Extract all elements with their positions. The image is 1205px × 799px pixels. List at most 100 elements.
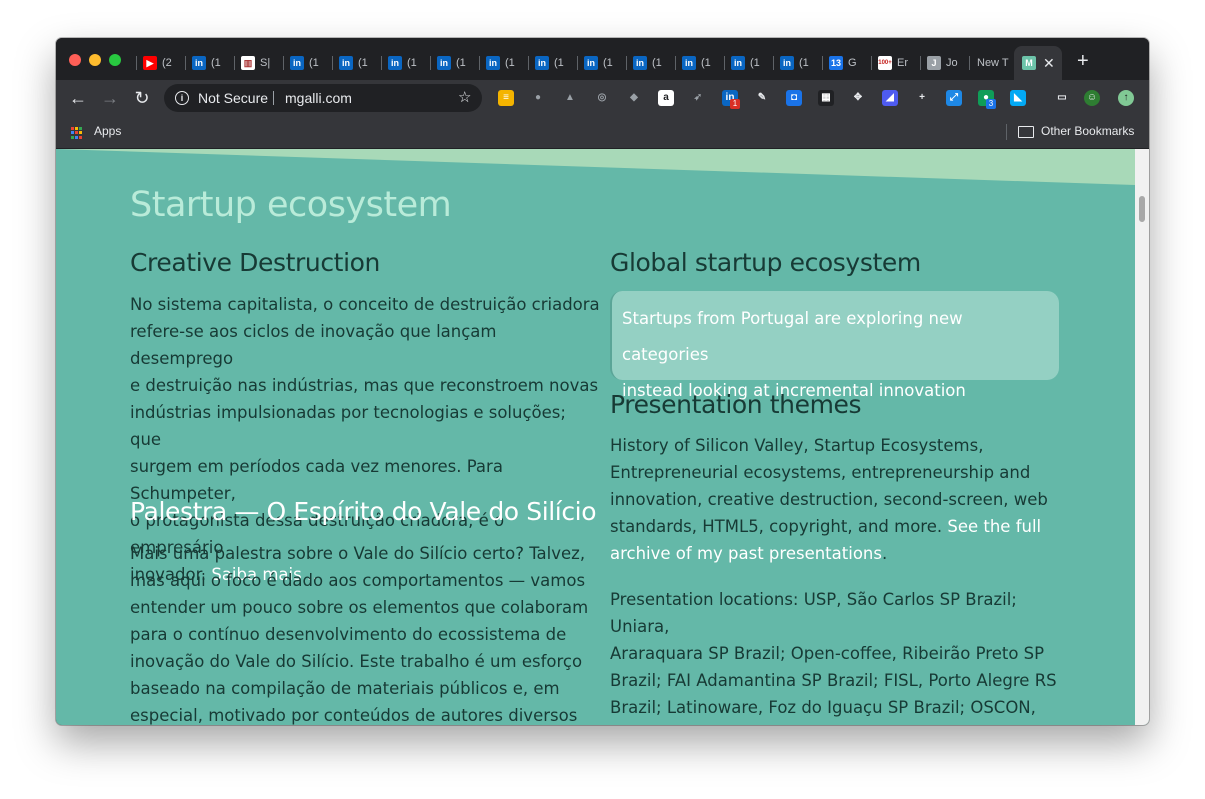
target-icon[interactable]: ◎: [594, 90, 610, 106]
tab-title: (1: [554, 57, 564, 69]
presentation-themes-text: History of Silicon Valley, Startup Ecosy…: [610, 432, 1080, 567]
forward-button[interactable]: →: [99, 87, 121, 109]
tab-8[interactable]: in (1: [528, 48, 577, 78]
text-line: Entrepreneurial ecosystems, entrepreneur…: [610, 463, 1031, 482]
j-icon: J: [927, 56, 941, 70]
linkedin-icon: in: [339, 56, 353, 70]
profile-avatar[interactable]: ☺: [1084, 90, 1100, 106]
address-bar[interactable]: i Not Secure mgalli.com ☆: [164, 84, 482, 112]
presentation-locations-text: Presentation locations: USP, São Carlos …: [610, 586, 1080, 725]
m-icon: M: [1022, 56, 1036, 70]
close-window-button[interactable]: [69, 54, 81, 66]
other-bookmarks[interactable]: Other Bookmarks: [1041, 116, 1134, 146]
amazon-icon[interactable]: a: [658, 90, 674, 106]
arc-icon[interactable]: ◢: [882, 90, 898, 106]
text-line: refere-se aos ciclos de inovação que lan…: [130, 322, 497, 368]
tab-2[interactable]: ▥ S|: [234, 48, 283, 78]
tab-9[interactable]: in (1: [577, 48, 626, 78]
text-line: Araraquara SP Brazil; Open-coffee, Ribei…: [610, 644, 1045, 663]
info-icon[interactable]: i: [175, 91, 189, 105]
tab-active[interactable]: M ✕: [1014, 46, 1062, 80]
text-line: mas aqui o foco é dado aos comportamento…: [130, 571, 586, 590]
tab-1[interactable]: in (1: [185, 48, 234, 78]
text-line: inovação do Vale do Silício. Este trabal…: [130, 652, 583, 671]
full-archive-link-part2[interactable]: archive of my past presentations: [610, 544, 882, 563]
linkedin-icon: in: [780, 56, 794, 70]
bookmarks-bar: Apps Other Bookmarks: [56, 116, 1149, 149]
tab-title: (1: [799, 57, 809, 69]
minimize-window-button[interactable]: [89, 54, 101, 66]
calendar-icon: 13: [829, 56, 843, 70]
sheets-icon[interactable]: ≡: [498, 90, 514, 106]
link-suffix: .: [881, 544, 888, 563]
omnibox-divider: [273, 91, 274, 105]
tab-15[interactable]: 100+ Er: [871, 48, 920, 78]
tab-11[interactable]: in (1: [675, 48, 724, 78]
text-line: standards, HTML5, copyright, and more.: [610, 517, 948, 536]
tab-0[interactable]: ▶ (2: [136, 48, 185, 78]
tab-16[interactable]: J Jo: [920, 48, 969, 78]
tab-4[interactable]: in (1: [332, 48, 381, 78]
apps-bookmark[interactable]: Apps: [94, 116, 121, 146]
bulb-icon[interactable]: ●: [530, 90, 546, 106]
tab-separator: [430, 56, 431, 70]
tab-separator: [920, 56, 921, 70]
tab-14[interactable]: 13 G: [822, 48, 871, 78]
new-tab-button[interactable]: +: [1077, 51, 1089, 71]
star-icon[interactable]: ☆: [458, 84, 471, 112]
strategy-icon: ▥: [241, 56, 255, 70]
tab-strip: ▶ (2 in (1 ▥ S| in (1 in (1 in (1 in (1 in (1 in (1 in (1 in…: [56, 38, 1149, 80]
tab-7[interactable]: in (1: [479, 48, 528, 78]
linkedin-icon: in: [290, 56, 304, 70]
update-icon[interactable]: ↑: [1118, 90, 1134, 106]
tab-17[interactable]: New T: [969, 48, 1018, 78]
tab-6[interactable]: in (1: [430, 48, 479, 78]
header-wedge: [56, 149, 1135, 185]
url-text[interactable]: mgalli.com: [285, 84, 352, 112]
tab-title: (1: [505, 57, 515, 69]
apps-grid-icon[interactable]: [71, 127, 83, 139]
presentation-themes-heading: Presentation themes: [610, 390, 862, 419]
bookmark-ext-icon[interactable]: ◘: [786, 90, 802, 106]
tab-separator: [136, 56, 137, 70]
text-line: Brazil; FAI Adamantina SP Brazil; FISL, …: [610, 671, 1057, 690]
tab-title: (1: [603, 57, 613, 69]
bird-icon[interactable]: ◣: [1010, 90, 1026, 106]
tab-12[interactable]: in (1: [724, 48, 773, 78]
extension-badge: 3: [986, 99, 996, 109]
tab-title: Jo: [946, 57, 958, 69]
linkedin-icon: in: [731, 56, 745, 70]
linkedin-icon: in: [584, 56, 598, 70]
tab-separator: [528, 56, 529, 70]
close-tab-icon[interactable]: ✕: [1043, 46, 1055, 80]
plus-box-icon[interactable]: +: [914, 90, 930, 106]
pen-icon[interactable]: ✎: [754, 90, 770, 106]
tab-title: (1: [358, 57, 368, 69]
global-ecosystem-heading: Global startup ecosystem: [610, 248, 921, 277]
expand-icon[interactable]: ⤢: [946, 90, 962, 106]
tab-13[interactable]: in (1: [773, 48, 822, 78]
text-line: entender um pouco sobre os elementos que…: [130, 598, 589, 617]
tab-separator: [185, 56, 186, 70]
drive-icon[interactable]: ▲: [562, 90, 578, 106]
rocket-icon[interactable]: ➶: [690, 90, 706, 106]
tab-3[interactable]: in (1: [283, 48, 332, 78]
dropbox-icon[interactable]: ◆: [626, 90, 642, 106]
page-scrollbar[interactable]: [1135, 149, 1149, 725]
full-archive-link-part1[interactable]: See the full: [947, 517, 1041, 536]
qr-icon[interactable]: ▦: [818, 90, 834, 106]
scrollbar-thumb[interactable]: [1139, 196, 1145, 222]
maximize-window-button[interactable]: [109, 54, 121, 66]
cast-icon[interactable]: ▭: [1054, 90, 1070, 106]
tab-10[interactable]: in (1: [626, 48, 675, 78]
folder-icon: [1018, 126, 1034, 138]
reload-button[interactable]: ↻: [131, 87, 153, 109]
tab-5[interactable]: in (1: [381, 48, 430, 78]
palestra-heading: Palestra — O Espírito do Vale do Silício: [130, 497, 597, 526]
tab-title: (1: [456, 57, 466, 69]
gmail-icon: 100+: [878, 56, 892, 70]
back-button[interactable]: ←: [67, 87, 89, 109]
tab-title: New T: [977, 57, 1009, 69]
move-icon[interactable]: ✥: [850, 90, 866, 106]
tab-separator: [724, 56, 725, 70]
